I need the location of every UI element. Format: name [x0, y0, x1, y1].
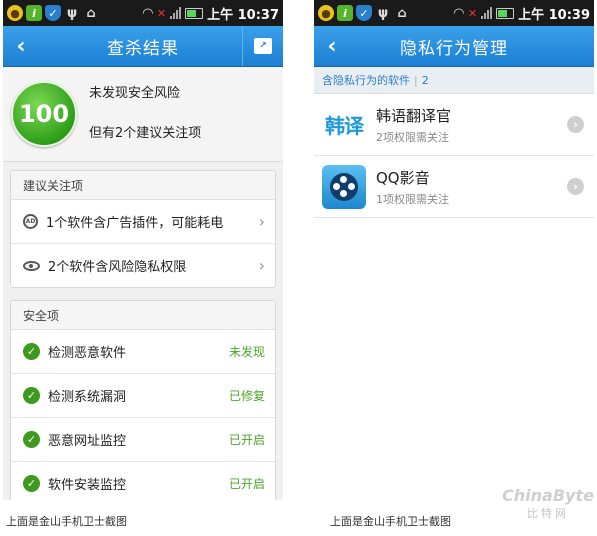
status-bar: ● i ✓ ψ ⌂ ◠ ✕ 上午 10:39	[314, 0, 594, 26]
android-icon: ⌂	[86, 5, 96, 21]
list-subheader: 含隐私行为的软件 | 2	[314, 67, 594, 94]
right-screenshot: ● i ✓ ψ ⌂ ◠ ✕ 上午 10:39 ‹ 隐私行为管理 含隐私行为的软件…	[314, 0, 594, 500]
chevron-right-icon[interactable]: ›	[567, 178, 584, 195]
safety-header: 安全项	[11, 301, 275, 330]
suggest-item-ads[interactable]: AD 1个软件含广告插件，可能耗电 ›	[11, 200, 275, 244]
caption-right: 上面是金山手机卫士截图	[330, 515, 451, 528]
suggest-item-label: 2个软件含风险隐私权限	[48, 260, 187, 275]
status-text: 已修复	[228, 389, 265, 403]
film-reel-icon	[322, 164, 366, 209]
title-bar: ‹ 隐私行为管理	[314, 26, 594, 67]
safety-item-malware[interactable]: ✓ 检测恶意软件 未发现	[11, 330, 275, 374]
share-icon: ↗	[254, 38, 272, 54]
summary-line-2: 但有2个建议关注项	[89, 126, 202, 141]
status-text: 未发现	[228, 345, 265, 359]
app-name: QQ影音	[376, 168, 430, 187]
left-screenshot: ● i ✓ ψ ⌂ ◠ ✕ 上午 10:37 ‹ 查杀结果 ↗ 100 未发现安…	[3, 0, 283, 500]
safety-card: 安全项 ✓ 检测恶意软件 未发现 ✓ 检测系统漏洞 已修复 ✓ 恶意网址监控 已…	[10, 300, 276, 500]
suggest-header: 建议关注项	[11, 171, 275, 200]
safety-item-label: 检测系统漏洞	[48, 390, 127, 405]
safety-item-url[interactable]: ✓ 恶意网址监控 已开启	[11, 418, 275, 462]
translator-app-icon: 韩译	[322, 102, 366, 147]
signal-icon	[170, 7, 182, 19]
share-button[interactable]: ↗	[242, 26, 283, 66]
eye-icon	[23, 260, 40, 271]
app-row-qq-player[interactable]: QQ影音 1项权限需关注 ›	[314, 156, 594, 218]
score-panel: 100 未发现安全风险 但有2个建议关注项	[3, 67, 283, 162]
safety-item-label: 检测恶意软件	[48, 346, 127, 361]
wifi-icon: ◠	[453, 5, 464, 21]
title-bar: ‹ 查杀结果 ↗	[3, 26, 283, 67]
app-row-korean-translator[interactable]: 韩译 韩语翻译官 2项权限需关注 ›	[314, 94, 594, 156]
safety-item-install[interactable]: ✓ 软件安装监控 已开启	[11, 462, 275, 500]
notification-app-icon: ●	[318, 5, 334, 21]
android-icon: ⌂	[397, 5, 407, 21]
app-permission-note: 1项权限需关注	[376, 192, 449, 206]
app-name: 韩语翻译官	[376, 106, 452, 125]
watermark-logo: ChinaByte 比特网	[502, 486, 594, 521]
notification-app-icon: ●	[7, 5, 23, 21]
chevron-right-icon[interactable]: ›	[567, 116, 584, 133]
wifi-icon: ◠	[142, 5, 153, 21]
check-icon: ✓	[23, 343, 40, 360]
ad-icon: AD	[23, 214, 38, 229]
usb-icon: ψ	[377, 5, 389, 21]
battery-icon	[185, 7, 204, 19]
score-badge: 100	[11, 81, 77, 147]
signal-icon	[481, 7, 493, 19]
page-title: 隐私行为管理	[400, 38, 508, 59]
no-sim-icon: ✕	[156, 6, 167, 20]
status-text: 已开启	[228, 477, 265, 491]
clock: 上午 10:37	[207, 7, 279, 23]
status-text: 已开启	[228, 433, 265, 447]
chevron-right-icon: ›	[258, 256, 265, 275]
shield-icon: ✓	[45, 5, 61, 21]
subheader-count: 2	[421, 73, 429, 87]
clock: 上午 10:39	[518, 7, 590, 23]
check-icon: ✓	[23, 431, 40, 448]
watermark-sub: 比特网	[527, 507, 569, 520]
summary-line-1: 未发现安全风险	[89, 86, 181, 101]
page-title: 查杀结果	[107, 38, 179, 59]
caption-left: 上面是金山手机卫士截图	[6, 515, 127, 528]
check-icon: ✓	[23, 475, 40, 492]
suggest-item-privacy[interactable]: 2个软件含风险隐私权限 ›	[11, 244, 275, 287]
back-button[interactable]: ‹	[3, 26, 39, 66]
back-button[interactable]: ‹	[314, 26, 350, 66]
chevron-right-icon: ›	[258, 212, 265, 231]
safety-item-label: 软件安装监控	[48, 478, 127, 493]
info-icon: i	[337, 5, 353, 21]
no-sim-icon: ✕	[467, 6, 478, 20]
subheader-divider: |	[414, 73, 418, 87]
check-icon: ✓	[23, 387, 40, 404]
safety-item-label: 恶意网址监控	[48, 434, 127, 449]
suggest-item-label: 1个软件含广告插件，可能耗电	[46, 216, 224, 231]
status-bar: ● i ✓ ψ ⌂ ◠ ✕ 上午 10:37	[3, 0, 283, 26]
battery-icon	[496, 7, 515, 19]
suggest-card: 建议关注项 AD 1个软件含广告插件，可能耗电 › 2个软件含风险隐私权限 ›	[10, 170, 276, 288]
info-icon: i	[26, 5, 42, 21]
app-permission-note: 2项权限需关注	[376, 130, 449, 144]
safety-item-vuln[interactable]: ✓ 检测系统漏洞 已修复	[11, 374, 275, 418]
watermark-brand: ChinaByte	[502, 486, 594, 505]
shield-icon: ✓	[356, 5, 372, 21]
subheader-label: 含隐私行为的软件	[322, 74, 410, 87]
usb-icon: ψ	[66, 5, 78, 21]
